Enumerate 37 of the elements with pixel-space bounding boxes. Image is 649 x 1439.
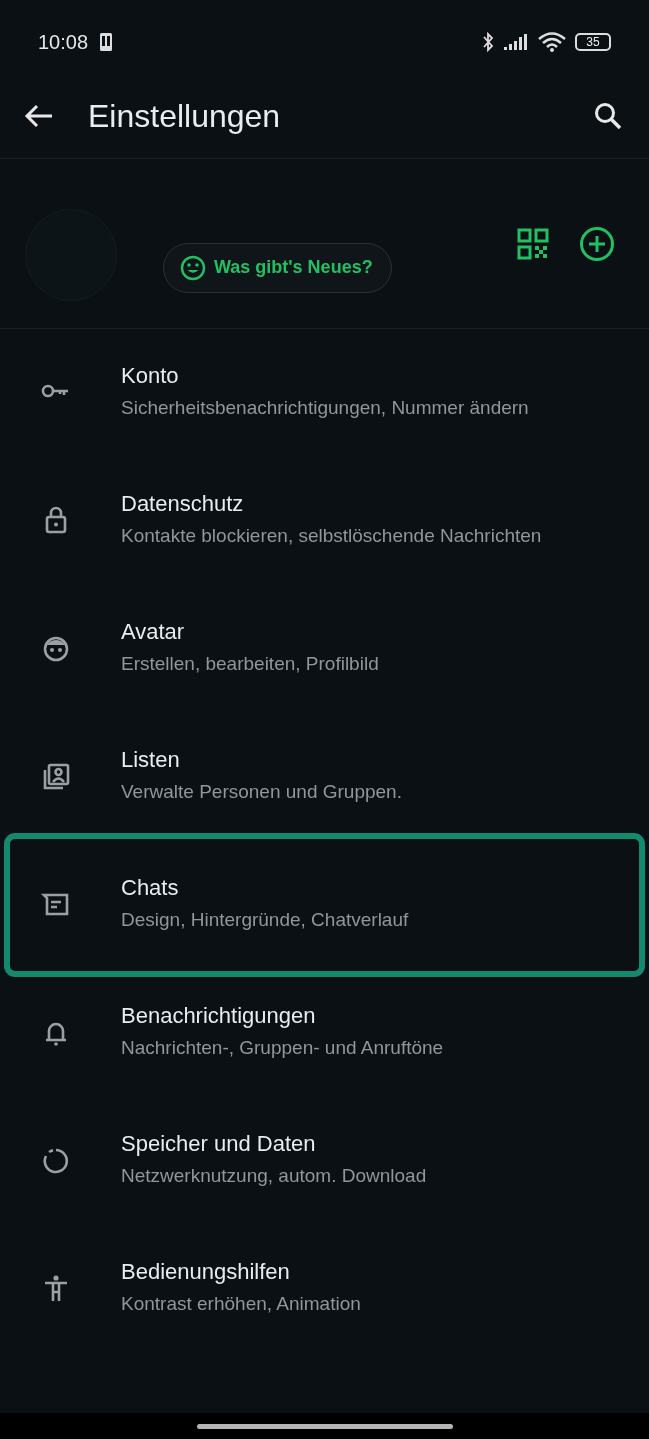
item-title: Listen <box>121 746 181 774</box>
settings-item[interactable]: Konto Sicherheitsbenachrichtigungen, Nummer ändern <box>12 329 637 457</box>
add-circle-icon[interactable] <box>579 225 615 262</box>
item-title: Benachrichtigungen <box>121 1002 317 1030</box>
item-description: Nachrichten-, Gruppen- und Anruftöne <box>121 1036 445 1060</box>
item-description: Design, Hintergründe, Chatverlauf <box>121 908 410 932</box>
search-icon[interactable] <box>593 101 623 131</box>
item-description: Erstellen, bearbeiten, Profilbild <box>121 652 380 676</box>
signal-icon <box>503 33 529 51</box>
bluetooth-icon <box>481 31 495 53</box>
settings-item[interactable]: Chats Design, Hintergründe, Chatverlauf <box>12 841 637 969</box>
settings-item[interactable]: Benachrichtigungen Nachrichten-, Gruppen- und Anruftöne <box>12 969 637 1097</box>
settings-item[interactable]: Speicher und Daten Netzwerknutzung, autom. Download <box>12 1097 637 1225</box>
settings-item[interactable]: Datenschutz Kontakte blockieren, selbstlöschende Nachrichten <box>12 457 637 585</box>
settings-item[interactable]: Listen Verwalte Personen und Gruppen. <box>12 713 637 841</box>
item-title: Avatar <box>121 618 186 646</box>
battery-indicator: 35 <box>575 33 611 51</box>
item-title: Konto <box>121 362 180 390</box>
item-description: Netzwerknutzung, autom. Download <box>121 1164 428 1188</box>
item-description: Kontakte blockieren, selbstlöschende Nachrichten <box>121 524 543 548</box>
item-title: Datenschutz <box>121 490 245 518</box>
page-title: Einstellungen <box>88 97 282 135</box>
back-arrow-icon[interactable] <box>24 103 54 129</box>
item-title: Bedienungshilfen <box>121 1258 291 1286</box>
smiley-icon <box>180 254 206 281</box>
status-button[interactable]: Was gibt's Neues? <box>163 242 392 293</box>
clock-time: 10:08 <box>38 30 89 54</box>
item-title: Speicher und Daten <box>121 1130 317 1158</box>
home-handle[interactable] <box>196 1423 453 1429</box>
settings-item[interactable]: Avatar Erstellen, bearbeiten, Profilbild <box>12 585 637 713</box>
item-title: Chats <box>121 874 180 902</box>
item-description: Kontrast erhöhen, Animation <box>121 1292 362 1316</box>
qr-code-icon[interactable] <box>517 227 549 260</box>
settings-item[interactable]: Bedienungshilfen Kontrast erhöhen, Animation <box>12 1225 637 1353</box>
item-description: Verwalte Personen und Gruppen. <box>121 780 403 804</box>
wifi-icon <box>537 31 567 53</box>
item-description: Sicherheitsbenachrichtigungen, Nummer ändern <box>121 396 530 420</box>
